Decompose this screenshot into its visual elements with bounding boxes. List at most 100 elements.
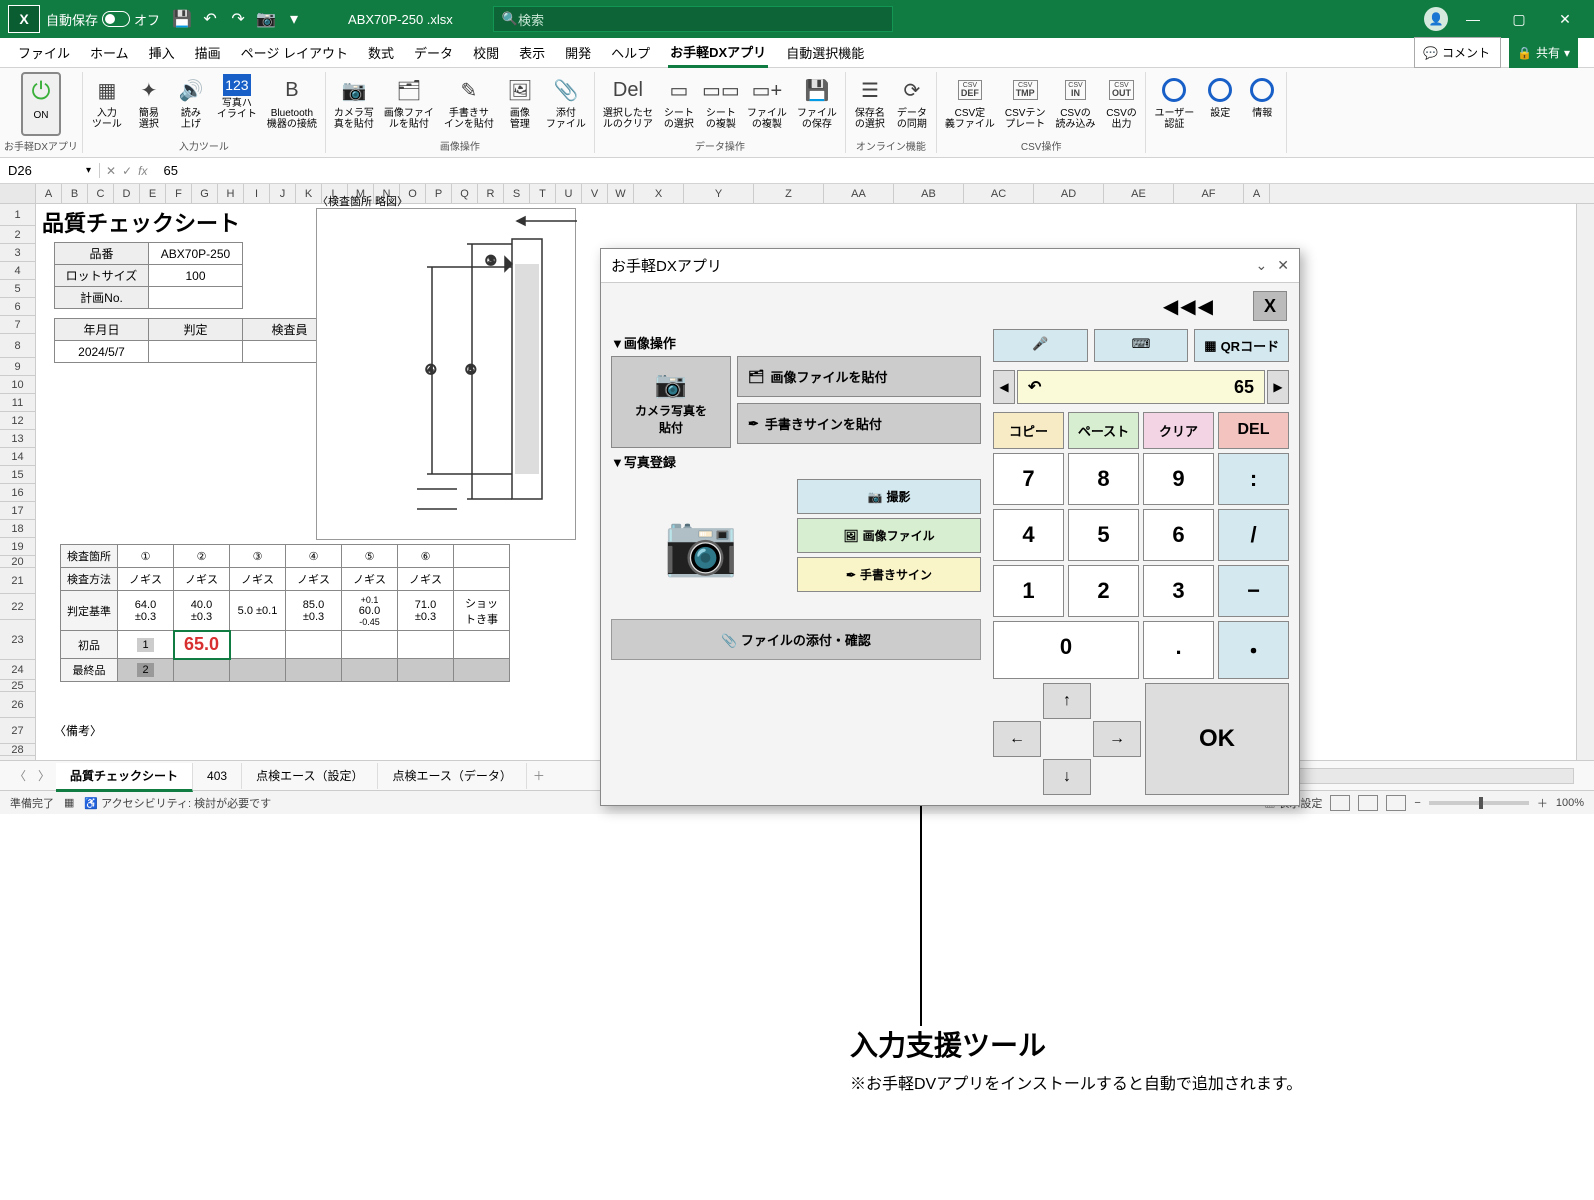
row-header[interactable]: 1 — [0, 204, 36, 226]
row-header[interactable]: 20 — [0, 556, 36, 568]
info-cell[interactable]: 年月日 — [55, 319, 149, 341]
col-header[interactable]: AF — [1174, 184, 1244, 203]
check-cell[interactable] — [286, 631, 342, 659]
check-cell[interactable]: ④ — [286, 545, 342, 568]
row-header[interactable]: 29 — [0, 756, 36, 760]
scrollbar-vertical[interactable] — [1576, 204, 1594, 760]
row-header[interactable]: 14 — [0, 448, 36, 466]
row-header[interactable]: 6 — [0, 298, 36, 316]
stats-icon[interactable]: ▦ — [64, 796, 74, 809]
ribbon-button[interactable]: ⟳データ の同期 — [892, 72, 932, 136]
ribbon-tab[interactable]: ホーム — [88, 39, 131, 66]
redo-icon[interactable]: ↷ — [224, 5, 252, 33]
col-header[interactable]: J — [270, 184, 296, 203]
check-cell[interactable]: ノギス — [174, 568, 230, 591]
accept-icon[interactable]: ✓ — [122, 164, 132, 178]
maximize-button[interactable]: ▢ — [1498, 0, 1540, 38]
save-icon[interactable]: 💾 — [168, 5, 196, 33]
ribbon-button[interactable]: 📷カメラ写 真を貼付 — [330, 72, 378, 136]
info-cell[interactable]: ABX70P-250 — [149, 243, 243, 265]
panel-titlebar[interactable]: お手軽DXアプリ ⌄✕ — [601, 249, 1299, 283]
prev-button[interactable]: ◀ — [993, 370, 1015, 404]
sheet-tab[interactable]: 点検エース（設定） — [242, 763, 378, 789]
check-cell[interactable]: 初品 — [61, 631, 118, 659]
info-cell[interactable]: ロットサイズ — [55, 265, 149, 287]
check-cell[interactable]: 検査箇所 — [61, 545, 118, 568]
row-header[interactable]: 15 — [0, 466, 36, 484]
check-cell[interactable]: ノギス — [230, 568, 286, 591]
share-button[interactable]: 🔒共有 ▾ — [1509, 37, 1578, 68]
signature-button[interactable]: ✒手書きサイン — [797, 557, 981, 592]
left-button[interactable]: ← — [993, 721, 1041, 757]
ribbon-button[interactable]: ▦入力 ツール — [87, 72, 127, 136]
ribbon-tab[interactable]: 数式 — [366, 39, 396, 66]
page-layout-icon[interactable] — [1358, 795, 1378, 811]
ribbon-button[interactable]: 🖼画像 管理 — [500, 72, 540, 136]
check-cell[interactable]: ノギス — [118, 568, 174, 591]
tab-nav-next[interactable]: 〉 — [32, 767, 56, 784]
sheet-tab[interactable]: 403 — [193, 763, 242, 789]
col-header[interactable]: C — [88, 184, 114, 203]
keypad-key-0[interactable]: 0 — [993, 621, 1139, 679]
check-cell[interactable]: 65.0 — [174, 631, 230, 659]
attach-file-button[interactable]: 📎 ファイルの添付・確認 — [611, 619, 981, 660]
ok-button[interactable]: OK — [1145, 683, 1289, 795]
row-header[interactable]: 26 — [0, 692, 36, 718]
col-header[interactable]: X — [634, 184, 684, 203]
keypad-key-6[interactable]: 6 — [1143, 509, 1214, 561]
ribbon-button[interactable]: 123写真ハ イライト — [213, 72, 261, 136]
keypad-key-・[interactable]: ・ — [1218, 621, 1289, 679]
row-header[interactable]: 24 — [0, 660, 36, 680]
ribbon-button[interactable]: CSVDEFCSV定 義ファイル — [941, 72, 999, 136]
check-cell[interactable]: ノギス — [342, 568, 398, 591]
tab-nav-prev[interactable]: 〈 — [8, 767, 32, 784]
check-cell[interactable] — [174, 659, 230, 682]
col-header[interactable]: Y — [684, 184, 754, 203]
check-cell[interactable]: ショットき事 — [454, 591, 510, 631]
keyboard-button[interactable]: ⌨ — [1094, 329, 1189, 362]
check-cell[interactable] — [342, 659, 398, 682]
keypad-key-3[interactable]: 3 — [1143, 565, 1214, 617]
check-cell[interactable]: ノギス — [398, 568, 454, 591]
check-cell[interactable] — [454, 659, 510, 682]
check-cell[interactable] — [230, 631, 286, 659]
ribbon-button[interactable]: ▭▭シート の複製 — [701, 72, 741, 136]
check-cell[interactable] — [454, 545, 510, 568]
ribbon-tab[interactable]: 表示 — [517, 39, 547, 66]
paste-signature-button[interactable]: ✒手書きサインを貼付 — [737, 403, 981, 444]
check-cell[interactable]: 5.0 ±0.1 — [230, 591, 286, 631]
camera-paste-button[interactable]: 📷 カメラ写真を 貼付 — [611, 356, 731, 448]
check-cell[interactable]: 最終品 — [61, 659, 118, 682]
col-header[interactable]: W — [608, 184, 634, 203]
zoom-out[interactable]: − — [1414, 797, 1420, 809]
info-cell[interactable]: 判定 — [149, 319, 243, 341]
page-break-icon[interactable] — [1386, 795, 1406, 811]
close-button[interactable]: ✕ — [1544, 0, 1586, 38]
down-button[interactable]: ↓ — [1043, 759, 1091, 795]
col-header[interactable]: R — [478, 184, 504, 203]
back-arrows-icon[interactable]: ◀◀◀ — [1163, 294, 1215, 319]
up-button[interactable]: ↑ — [1043, 683, 1091, 719]
col-header[interactable]: AD — [1034, 184, 1104, 203]
check-cell[interactable]: 1 — [118, 631, 174, 659]
col-header[interactable]: B — [62, 184, 88, 203]
keypad-key-7[interactable]: 7 — [993, 453, 1064, 505]
check-cell[interactable]: 40.0 ±0.3 — [174, 591, 230, 631]
keypad-key-5[interactable]: 5 — [1068, 509, 1139, 561]
keypad-key-8[interactable]: 8 — [1068, 453, 1139, 505]
col-header[interactable]: P — [426, 184, 452, 203]
row-header[interactable]: 10 — [0, 376, 36, 394]
fx-icon[interactable]: fx — [138, 164, 147, 178]
check-cell[interactable]: ③ — [230, 545, 286, 568]
col-header[interactable]: V — [582, 184, 608, 203]
next-button[interactable]: ▶ — [1267, 370, 1289, 404]
check-cell[interactable]: ② — [174, 545, 230, 568]
info-cell[interactable]: 100 — [149, 265, 243, 287]
row-header[interactable]: 18 — [0, 520, 36, 538]
ribbon-button[interactable]: 情報 — [1242, 72, 1282, 151]
ribbon-tab[interactable]: 開発 — [563, 39, 593, 66]
row-header[interactable]: 28 — [0, 744, 36, 756]
camera-icon[interactable]: 📷 — [252, 5, 280, 33]
check-cell[interactable] — [398, 631, 454, 659]
ribbon-tab[interactable]: ファイル — [16, 39, 72, 66]
